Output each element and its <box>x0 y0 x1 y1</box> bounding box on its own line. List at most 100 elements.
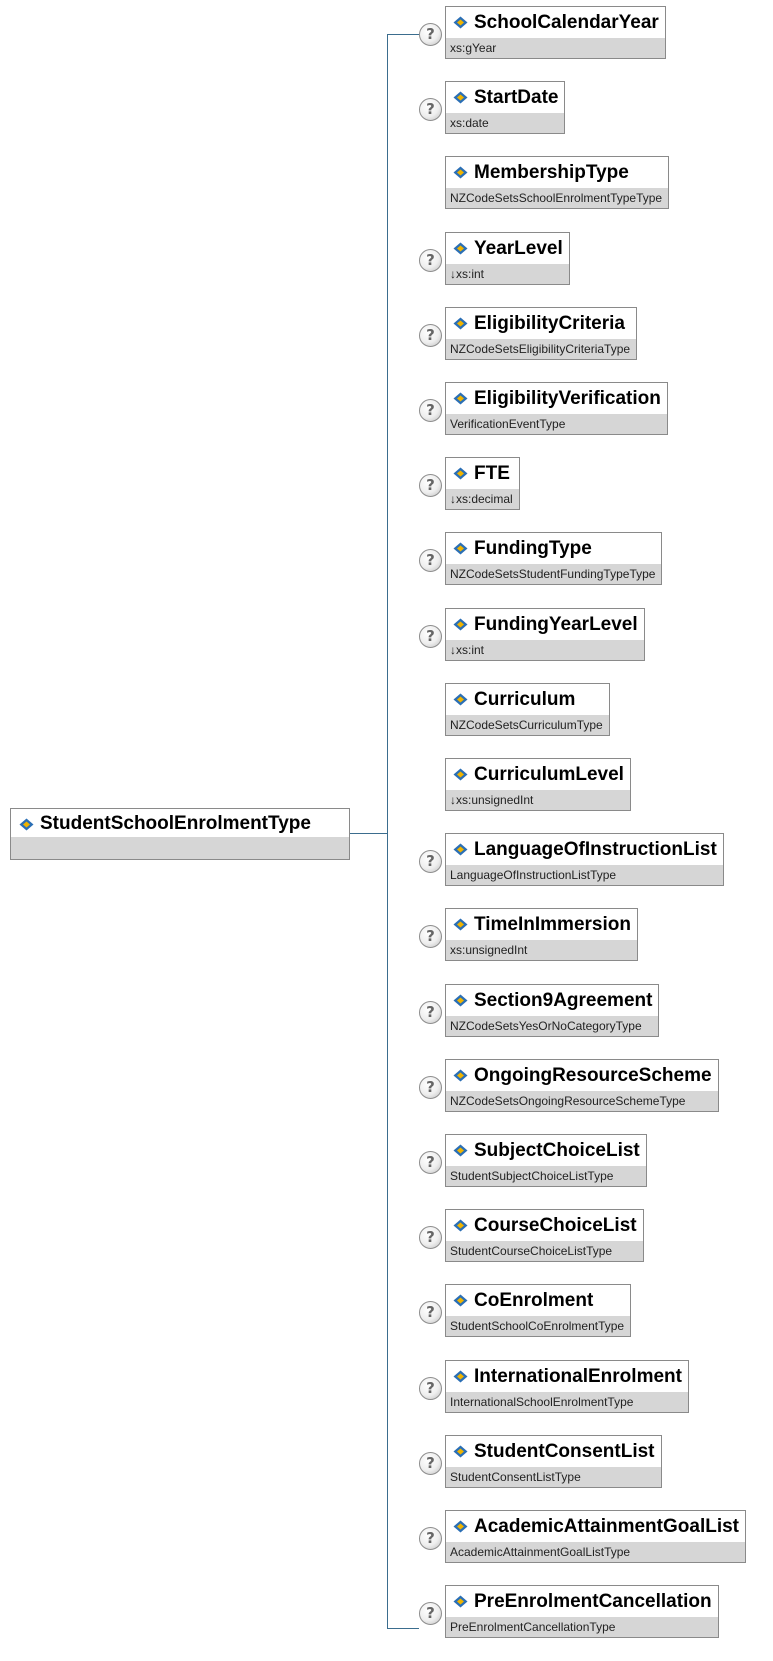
optional-help-icon[interactable]: ? <box>419 625 442 648</box>
element-title: FTE <box>446 458 519 489</box>
schema-element[interactable]: CurriculumLevel ↓xs:unsignedInt <box>445 758 631 811</box>
schema-element[interactable]: Section9Agreement NZCodeSetsYesOrNoCatego… <box>445 984 660 1037</box>
schema-element[interactable]: SubjectChoiceList StudentSubjectChoiceLis… <box>445 1134 647 1187</box>
element-type: xs:date <box>446 113 565 133</box>
element-type: xs:unsignedInt <box>446 940 637 960</box>
element-box[interactable]: EligibilityCriteria NZCodeSetsEligibility… <box>445 307 638 360</box>
root-type-name: StudentSchoolEnrolmentType <box>40 813 311 834</box>
element-box[interactable]: FundingType NZCodeSetsStudentFundingTypeT… <box>445 532 663 585</box>
optional-help-icon[interactable]: ? <box>419 1151 442 1174</box>
element-type: NZCodeSetsStudentFundingTypeType <box>446 564 662 584</box>
element-type: NZCodeSetsYesOrNoCategoryType <box>446 1016 659 1036</box>
optional-help-icon[interactable]: ? <box>419 1076 442 1099</box>
element-box[interactable]: PreEnrolmentCancellation PreEnrolmentCanc… <box>445 1585 719 1638</box>
element-box[interactable]: CurriculumLevel ↓xs:unsignedInt <box>445 758 631 811</box>
element-type: VerificationEventType <box>446 414 667 434</box>
optional-help-icon[interactable]: ? <box>419 249 442 272</box>
root-type-box[interactable]: StudentSchoolEnrolmentType <box>10 808 350 860</box>
element-box[interactable]: LanguageOfInstructionList LanguageOfInstr… <box>445 833 724 886</box>
element-type: StudentSchoolCoEnrolmentType <box>446 1316 631 1336</box>
schema-element[interactable]: OngoingResourceScheme NZCodeSetsOngoingRe… <box>445 1059 719 1112</box>
schema-element[interactable]: PreEnrolmentCancellation PreEnrolmentCanc… <box>445 1585 719 1638</box>
element-name: MembershipType <box>474 161 629 183</box>
element-name: SchoolCalendarYear <box>474 11 659 33</box>
element-box[interactable]: TimeInImmersion xs:unsignedInt <box>445 908 638 961</box>
element-box[interactable]: SubjectChoiceList StudentSubjectChoiceLis… <box>445 1134 647 1187</box>
element-type: ↓xs:int <box>446 264 569 284</box>
optional-help-icon[interactable]: ? <box>419 1001 442 1024</box>
schema-element[interactable]: AcademicAttainmentGoalList AcademicAttain… <box>445 1510 746 1563</box>
element-box[interactable]: SchoolCalendarYear xs:gYear <box>445 6 666 59</box>
element-type: AcademicAttainmentGoalListType <box>446 1542 745 1562</box>
element-icon <box>19 818 34 830</box>
root-type-band <box>11 837 349 859</box>
element-box[interactable]: CourseChoiceList StudentCourseChoiceListT… <box>445 1209 644 1262</box>
schema-element[interactable]: TimeInImmersion xs:unsignedInt <box>445 908 638 961</box>
optional-help-icon[interactable]: ? <box>419 1377 442 1400</box>
element-icon <box>453 166 468 179</box>
schema-element[interactable]: FundingType NZCodeSetsStudentFundingTypeT… <box>445 532 663 585</box>
element-title: FundingType <box>446 533 661 564</box>
element-icon <box>453 467 468 480</box>
element-icon <box>453 843 468 856</box>
schema-element[interactable]: CourseChoiceList StudentCourseChoiceListT… <box>445 1209 644 1262</box>
element-box[interactable]: AcademicAttainmentGoalList AcademicAttain… <box>445 1510 746 1563</box>
optional-help-icon[interactable]: ? <box>419 1226 442 1249</box>
element-box[interactable]: FundingYearLevel ↓xs:int <box>445 608 645 661</box>
element-box[interactable]: InternationalEnrolment InternationalSchoo… <box>445 1360 689 1413</box>
optional-help-icon[interactable]: ? <box>419 925 442 948</box>
schema-element[interactable]: StartDate xs:date <box>445 81 566 134</box>
element-title: SubjectChoiceList <box>446 1135 646 1166</box>
schema-element[interactable]: Curriculum NZCodeSetsCurriculumType <box>445 683 610 736</box>
element-box[interactable]: EligibilityVerification VerificationEvent… <box>445 382 668 435</box>
element-type: NZCodeSetsOngoingResourceSchemeType <box>446 1091 718 1111</box>
element-box[interactable]: MembershipType NZCodeSetsSchoolEnrolmentT… <box>445 156 670 209</box>
tree-spine <box>387 34 388 1628</box>
element-type: ↓xs:unsignedInt <box>446 790 630 810</box>
optional-help-icon[interactable]: ? <box>419 1602 442 1625</box>
schema-element[interactable]: LanguageOfInstructionList LanguageOfInstr… <box>445 833 724 886</box>
schema-element[interactable]: YearLevel ↓xs:int <box>445 232 570 285</box>
optional-help-icon[interactable]: ? <box>419 549 442 572</box>
schema-element[interactable]: StudentConsentList StudentConsentListType <box>445 1435 662 1488</box>
element-box[interactable]: YearLevel ↓xs:int <box>445 232 570 285</box>
element-name: Section9Agreement <box>474 989 653 1011</box>
element-icon <box>453 693 468 706</box>
element-title: EligibilityCriteria <box>446 308 636 339</box>
element-icon <box>453 1294 468 1307</box>
optional-help-icon[interactable]: ? <box>419 1527 442 1550</box>
element-box[interactable]: CoEnrolment StudentSchoolCoEnrolmentType <box>445 1284 632 1337</box>
schema-element[interactable]: EligibilityCriteria NZCodeSetsEligibility… <box>445 307 638 360</box>
schema-element[interactable]: MembershipType NZCodeSetsSchoolEnrolmentT… <box>445 156 670 209</box>
element-type: LanguageOfInstructionListType <box>446 865 723 885</box>
optional-help-icon[interactable]: ? <box>419 1301 442 1324</box>
element-type: NZCodeSetsSchoolEnrolmentTypeType <box>446 188 669 208</box>
element-title: CoEnrolment <box>446 1285 630 1316</box>
schema-element[interactable]: EligibilityVerification VerificationEvent… <box>445 382 668 435</box>
optional-help-icon[interactable]: ? <box>419 23 442 46</box>
optional-help-icon[interactable]: ? <box>419 324 442 347</box>
element-type: InternationalSchoolEnrolmentType <box>446 1392 688 1412</box>
optional-help-icon[interactable]: ? <box>419 474 442 497</box>
element-box[interactable]: FTE ↓xs:decimal <box>445 457 520 510</box>
element-type: PreEnrolmentCancellationType <box>446 1617 718 1637</box>
element-title: Section9Agreement <box>446 985 658 1016</box>
optional-help-icon[interactable]: ? <box>419 850 442 873</box>
schema-element[interactable]: FTE ↓xs:decimal <box>445 457 520 510</box>
schema-element[interactable]: FundingYearLevel ↓xs:int <box>445 608 645 661</box>
element-box[interactable]: Curriculum NZCodeSetsCurriculumType <box>445 683 610 736</box>
element-box[interactable]: OngoingResourceScheme NZCodeSetsOngoingRe… <box>445 1059 719 1112</box>
element-box[interactable]: Section9Agreement NZCodeSetsYesOrNoCatego… <box>445 984 660 1037</box>
element-box[interactable]: StartDate xs:date <box>445 81 566 134</box>
element-title: OngoingResourceScheme <box>446 1060 718 1091</box>
element-name: TimeInImmersion <box>474 913 631 935</box>
optional-help-icon[interactable]: ? <box>419 1452 442 1475</box>
branch-connector <box>387 34 419 35</box>
schema-element[interactable]: SchoolCalendarYear xs:gYear <box>445 6 666 59</box>
optional-help-icon[interactable]: ? <box>419 399 442 422</box>
schema-element[interactable]: InternationalEnrolment InternationalSchoo… <box>445 1360 689 1413</box>
schema-element[interactable]: CoEnrolment StudentSchoolCoEnrolmentType <box>445 1284 632 1337</box>
element-box[interactable]: StudentConsentList StudentConsentListType <box>445 1435 662 1488</box>
element-name: EligibilityVerification <box>474 387 661 409</box>
optional-help-icon[interactable]: ? <box>419 98 442 121</box>
